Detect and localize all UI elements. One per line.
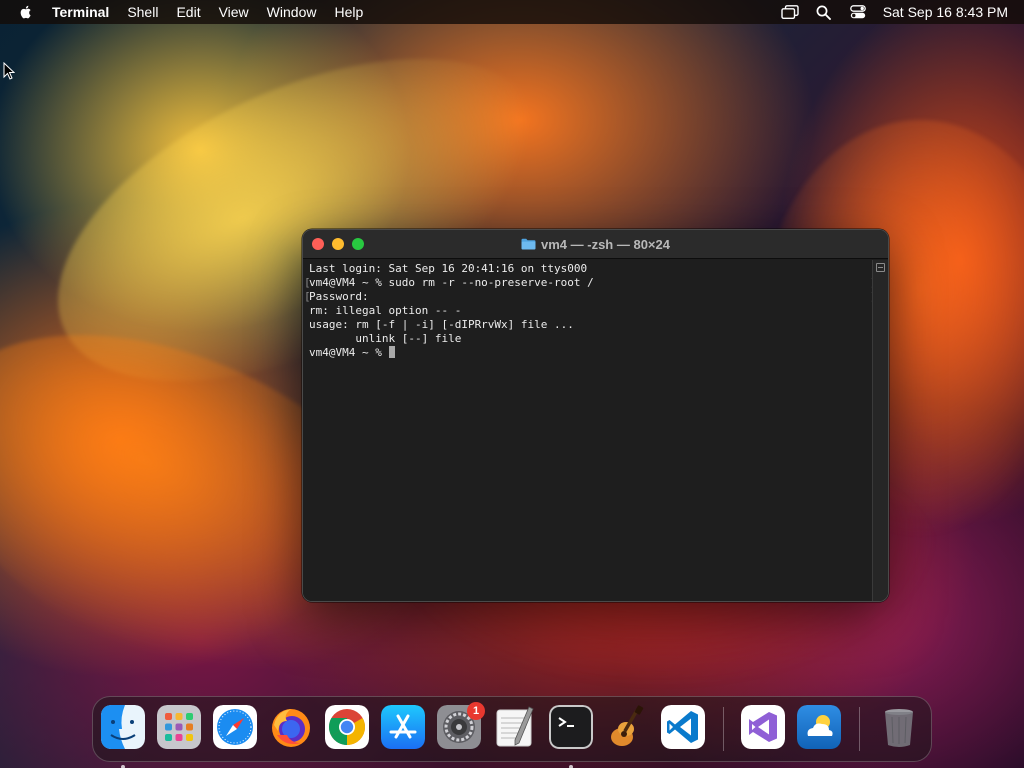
dock-separator	[859, 707, 860, 751]
launchpad-icon	[157, 705, 201, 749]
dock-item-terminal[interactable]	[549, 705, 593, 768]
visual-studio-icon	[741, 705, 785, 749]
terminal-title-bar[interactable]: vm4 — -zsh — 80×24	[303, 230, 888, 259]
safari-icon	[213, 705, 257, 749]
menu-help[interactable]: Help	[325, 0, 372, 24]
dock-item-vscode[interactable]	[661, 705, 705, 749]
apple-menu-icon[interactable]	[18, 4, 34, 20]
dock-item-chrome[interactable]	[325, 705, 369, 749]
app-store-icon	[381, 705, 425, 749]
dock-separator	[723, 707, 724, 751]
text-cursor	[389, 346, 396, 358]
dock-item-textedit[interactable]	[493, 705, 537, 749]
menu-app-name[interactable]: Terminal	[52, 0, 118, 24]
textedit-icon	[493, 705, 537, 749]
screen-mirroring-icon[interactable]	[780, 4, 799, 20]
terminal-window[interactable]: vm4 — -zsh — 80×24 Last login: Sat Sep 1…	[302, 229, 889, 602]
terminal-line: Last login: Sat Sep 16 20:41:16 on ttys0…	[309, 262, 588, 275]
weather-icon	[797, 705, 841, 749]
search-icon[interactable]	[815, 4, 833, 20]
trash-icon	[877, 705, 921, 749]
dock-item-visual-studio[interactable]	[741, 705, 785, 749]
dock-item-firefox[interactable]	[269, 705, 313, 749]
terminal-line: [vm4@VM4 ~ % sudo rm -r --no-preserve-ro…	[304, 276, 877, 289]
dock-item-safari[interactable]	[213, 705, 257, 749]
mouse-cursor-icon	[3, 62, 15, 80]
dock-item-trash[interactable]	[877, 705, 921, 749]
dock: 1	[92, 696, 932, 768]
terminal-icon	[549, 705, 593, 749]
menu-edit[interactable]: Edit	[167, 0, 209, 24]
menu-bar: Terminal Shell Edit View Window Help Sat…	[0, 0, 1024, 24]
dock-item-weather[interactable]	[797, 705, 841, 749]
menu-view[interactable]: View	[210, 0, 258, 24]
terminal-prompt-line[interactable]: vm4@VM4 ~ %	[309, 346, 872, 360]
finder-icon	[101, 705, 145, 749]
menu-bar-clock[interactable]: Sat Sep 16 8:43 PM	[883, 4, 1008, 20]
menu-shell[interactable]: Shell	[118, 0, 167, 24]
vscode-icon	[661, 705, 705, 749]
folder-icon	[521, 238, 536, 250]
terminal-line: rm: illegal option -- -	[309, 304, 462, 317]
chrome-icon	[325, 705, 369, 749]
minimize-window-button[interactable]	[332, 238, 344, 250]
firefox-icon	[269, 705, 313, 749]
terminal-line: [Password:]	[304, 290, 877, 303]
terminal-window-title: vm4 — -zsh — 80×24	[541, 236, 670, 252]
notification-badge: 1	[467, 702, 485, 720]
menu-window[interactable]: Window	[258, 0, 326, 24]
dock-item-app-store[interactable]	[381, 705, 425, 749]
control-center-icon[interactable]	[849, 4, 867, 20]
terminal-scrollbar[interactable]	[872, 260, 888, 601]
close-window-button[interactable]	[312, 238, 324, 250]
dock-item-finder[interactable]	[101, 705, 145, 768]
terminal-line: usage: rm [-f | -i] [-dIPRrvWx] file ...	[309, 318, 574, 331]
dock-item-system-settings[interactable]: 1	[437, 702, 485, 749]
zoom-window-button[interactable]	[352, 238, 364, 250]
terminal-output[interactable]: Last login: Sat Sep 16 20:41:16 on ttys0…	[303, 260, 877, 601]
dock-item-garageband[interactable]	[605, 705, 649, 749]
scroll-marker-icon[interactable]	[876, 263, 885, 272]
dock-item-launchpad[interactable]	[157, 705, 201, 749]
terminal-line: unlink [--] file	[309, 332, 462, 345]
garageband-icon	[605, 705, 649, 749]
